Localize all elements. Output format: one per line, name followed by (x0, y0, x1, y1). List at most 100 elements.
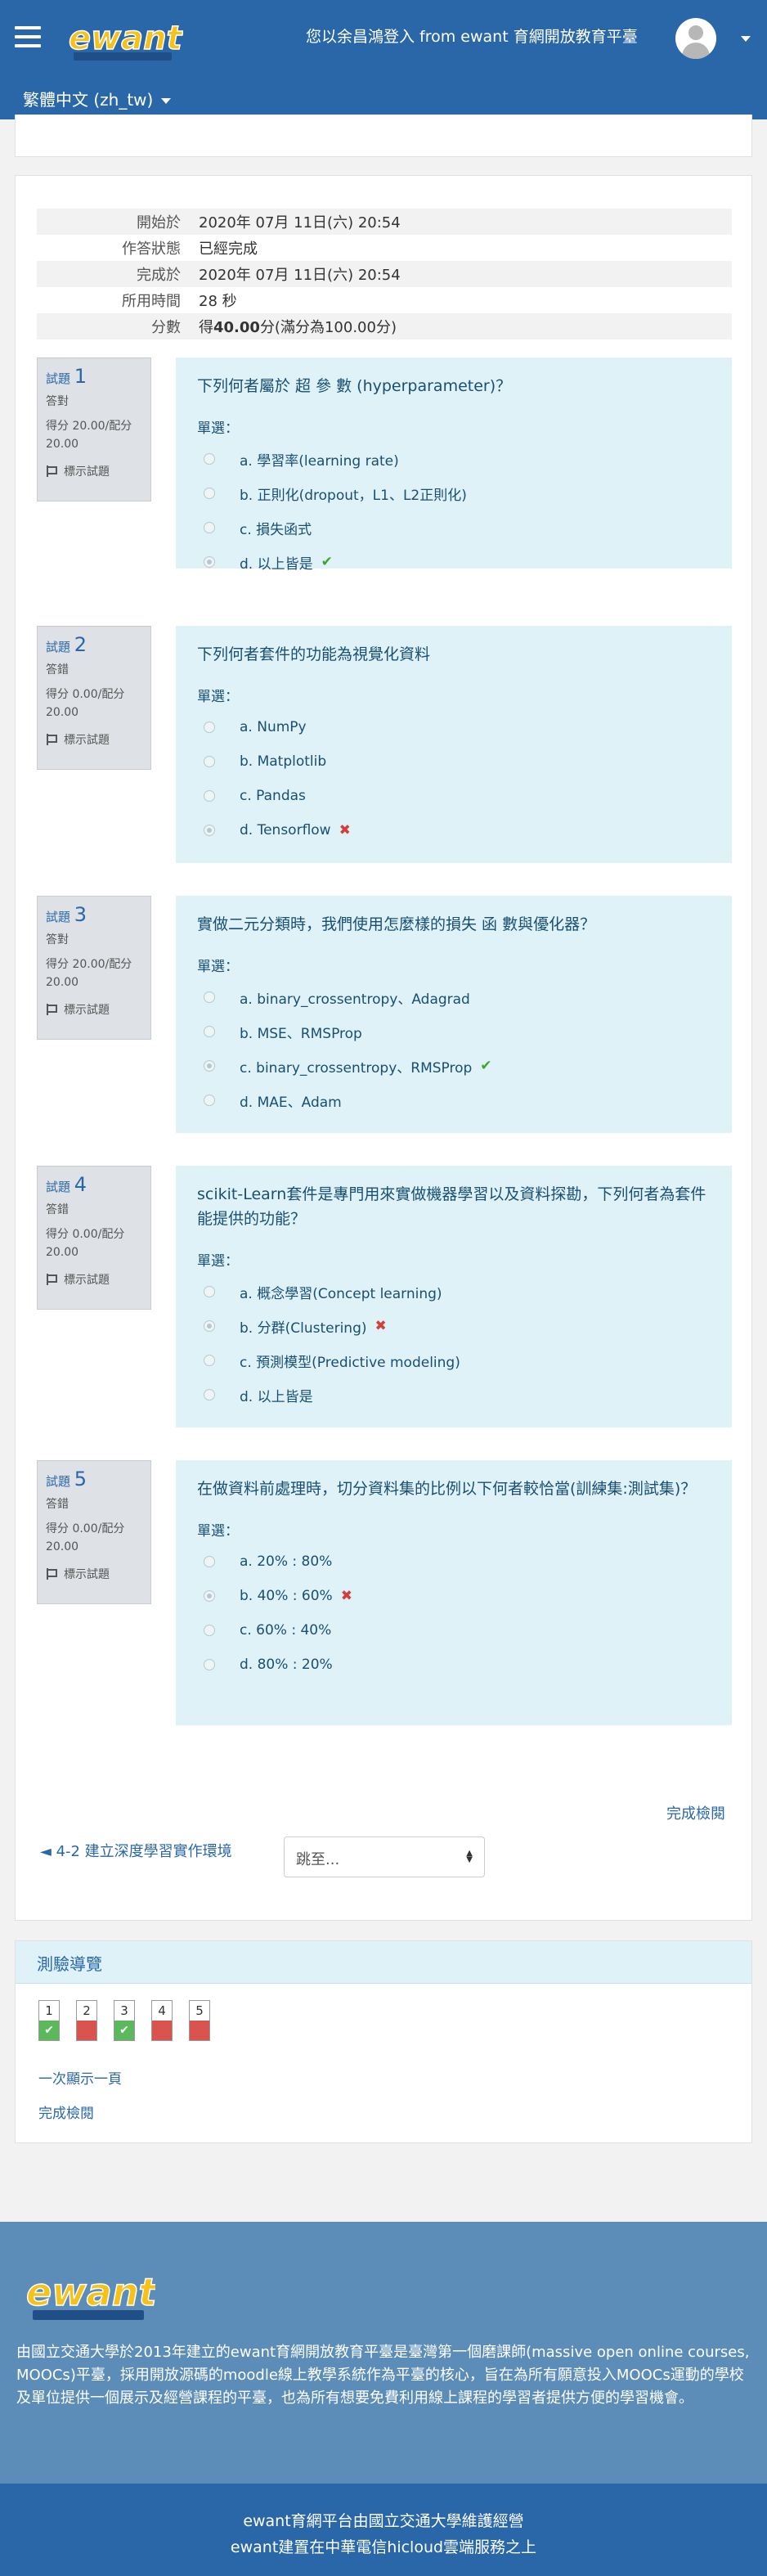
radio-button[interactable] (204, 522, 215, 533)
answer-option[interactable]: b. 正則化(dropout，L1、L2正則化) (197, 476, 711, 510)
nav-question-4[interactable]: 4 (151, 2000, 173, 2041)
question-state: 答對 (46, 933, 69, 946)
answer-option[interactable]: c. 預測模型(Predictive modeling) (197, 1343, 711, 1378)
radio-button[interactable] (204, 1095, 215, 1106)
radio-button[interactable] (204, 1590, 215, 1602)
check-icon: ✔ (480, 1058, 492, 1074)
answer-option-selected[interactable]: d. Tensorflow ✖ (197, 813, 711, 847)
summary-row-time-taken: 所用時間 28 秒 (122, 293, 237, 310)
answer-option[interactable]: a. 學習率(learning rate) (197, 442, 711, 476)
check-icon: ✔ (39, 2021, 59, 2040)
check-icon: ✔ (114, 2021, 134, 2040)
question-state: 答錯 (46, 1203, 69, 1216)
radio-button[interactable] (204, 991, 215, 1003)
answer-option[interactable]: d. 80% : 20% (197, 1648, 711, 1682)
nav-question-3[interactable]: 3 ✔ (114, 2000, 135, 2041)
question-3-info: 試題 3 答對 得分 20.00/配分 20.00 標示試題 (37, 896, 151, 1040)
radio-button[interactable] (204, 1556, 215, 1567)
question-1-info: 試題 1 答對 得分 20.00/配分 20.00 標示試題 (37, 357, 151, 501)
nav-question-5[interactable]: 5 (189, 2000, 210, 2041)
language-selector[interactable]: 繁體中文 (zh_tw) (23, 87, 172, 110)
footer-bottom-bar: ewant育網平台由國立交通大學維護經營 ewant建置在中華電信hicloud… (0, 2484, 767, 2576)
user-avatar[interactable] (675, 18, 716, 59)
flag-question-button[interactable]: 標示試題 (46, 1271, 142, 1288)
question-state: 答錯 (46, 1498, 69, 1511)
question-2-content: 下列何者套件的功能為視覺化資料 單選： a. NumPy b. Matplotl… (176, 626, 732, 863)
question-state: 答錯 (46, 663, 69, 677)
answer-option[interactable]: d. 以上皆是 (197, 1378, 711, 1412)
flag-icon (46, 734, 57, 745)
finish-review-link[interactable]: 完成檢閱 (666, 1802, 725, 1823)
answer-option-selected[interactable]: c. binary_crossentropy、RMSProp ✔ (197, 1049, 711, 1083)
question-text: 在做資料前處理時，切分資料集的比例以下何者較恰當(訓練集:測試集)？ (197, 1480, 697, 1498)
ewant-logo[interactable]: ewant (65, 16, 183, 62)
radio-button[interactable] (204, 1060, 215, 1072)
nav-question-2[interactable]: 2 (76, 2000, 97, 2041)
flag-question-button[interactable]: 標示試題 (46, 1001, 142, 1018)
radio-button[interactable] (204, 722, 215, 733)
nav-question-1[interactable]: 1 ✔ (38, 2000, 60, 2041)
radio-button[interactable] (204, 1286, 215, 1297)
answer-option[interactable]: a. NumPy (197, 710, 711, 744)
cross-icon: ✖ (375, 1318, 387, 1334)
quiz-navigation-buttons: 1 ✔ 2 3 ✔ 4 5 (38, 2000, 227, 2041)
menu-icon[interactable] (15, 26, 41, 49)
answer-option[interactable]: c. 損失函式 (197, 510, 711, 545)
summary-row-grade: 分數 得40.00分(滿分為100.00分) (37, 313, 732, 339)
answer-option[interactable]: b. Matplotlib (197, 744, 711, 779)
quiz-navigation-block: 測驗導覽 1 ✔ 2 3 ✔ 4 5 一次顯示一頁 完成檢閱 (15, 1940, 752, 2143)
top-navbar: ewant 您以余昌鴻登入 from ewant 育網開放教育平臺 繁體中文 (… (0, 0, 767, 119)
cross-icon: ✖ (340, 1588, 352, 1604)
answer-option[interactable]: c. Pandas (197, 779, 711, 813)
site-footer: ewant 由國立交通大學於2013年建立的ewant育網開放教育平臺是臺灣第一… (0, 2222, 767, 2484)
question-grade: 得分 20.00/配分 20.00 (46, 420, 132, 451)
question-2-info: 試題 2 答錯 得分 0.00/配分 20.00 標示試題 (37, 626, 151, 770)
flag-icon (46, 1568, 57, 1580)
answer-option[interactable]: d. MAE、Adam (197, 1083, 711, 1117)
footer-line-1: ewant育網平台由國立交通大學維護經營 (243, 2512, 524, 2530)
question-5-info: 試題 5 答錯 得分 0.00/配分 20.00 標示試題 (37, 1460, 151, 1604)
answer-option[interactable]: a. 20% : 80% (197, 1544, 711, 1579)
chevron-down-icon[interactable] (741, 36, 751, 42)
flag-icon (46, 1274, 57, 1285)
answer-option[interactable]: c. 60% : 40% (197, 1613, 711, 1648)
question-state: 答對 (46, 395, 69, 408)
radio-button[interactable] (204, 488, 215, 499)
question-text: 下列何者屬於 超 參 數 (hyperparameter)？ (197, 377, 512, 395)
show-one-page-link[interactable]: 一次顯示一頁 (38, 2067, 122, 2088)
footer-line-2: ewant建置在中華電信hicloud雲端服務之上 (230, 2538, 537, 2556)
answer-option-selected[interactable]: b. 40% : 60% ✖ (197, 1579, 711, 1613)
radio-button[interactable] (204, 825, 215, 836)
quiz-navigation-title: 測驗導覽 (16, 1941, 751, 1984)
ewant-logo: ewant (25, 2269, 155, 2320)
radio-button[interactable] (204, 790, 215, 802)
question-text: 下列何者套件的功能為視覺化資料 (197, 645, 431, 663)
answer-option[interactable]: a. binary_crossentropy、Adagrad (197, 980, 711, 1014)
finish-review-link[interactable]: 完成檢閱 (38, 2102, 94, 2122)
radio-button[interactable] (204, 1026, 215, 1037)
svg-text:ewant: ewant (26, 2270, 155, 2314)
answer-option-selected[interactable]: b. 分群(Clustering) ✖ (197, 1309, 711, 1343)
radio-button[interactable] (204, 1659, 215, 1670)
radio-button[interactable] (204, 1355, 215, 1366)
radio-button[interactable] (204, 1625, 215, 1636)
answer-option[interactable]: a. 概念學習(Concept learning) (197, 1275, 711, 1309)
question-text: 實做二元分類時，我們使用怎麼樣的損失 函 數與優化器？ (197, 915, 596, 933)
radio-button[interactable] (204, 756, 215, 767)
question-4-content: scikit-Learn套件是專門用來實做機器學習以及資料探勘，下列何者為套件能… (176, 1166, 732, 1427)
previous-activity-link[interactable]: ◄ 4-2 建立深度學習實作環境 (40, 1841, 253, 1863)
flag-question-button[interactable]: 標示試題 (46, 463, 142, 479)
radio-button[interactable] (204, 453, 215, 465)
radio-button[interactable] (204, 1320, 215, 1332)
question-text: scikit-Learn套件是專門用來實做機器學習以及資料探勘，下列何者為套件能… (197, 1185, 706, 1228)
page-header-card (15, 115, 752, 157)
answer-option-selected[interactable]: d. 以上皆是 ✔ (197, 545, 711, 579)
radio-button[interactable] (204, 1389, 215, 1400)
radio-button[interactable] (204, 556, 215, 568)
check-icon: ✔ (321, 554, 333, 570)
flag-question-button[interactable]: 標示試題 (46, 1566, 142, 1582)
flag-question-button[interactable]: 標示試題 (46, 731, 142, 748)
answer-option[interactable]: b. MSE、RMSProp (197, 1014, 711, 1049)
question-1-content: 下列何者屬於 超 參 數 (hyperparameter)？ 單選： a. 學習… (176, 357, 732, 573)
jump-to-select[interactable]: 跳至... ▲ ▼ (284, 1836, 485, 1877)
